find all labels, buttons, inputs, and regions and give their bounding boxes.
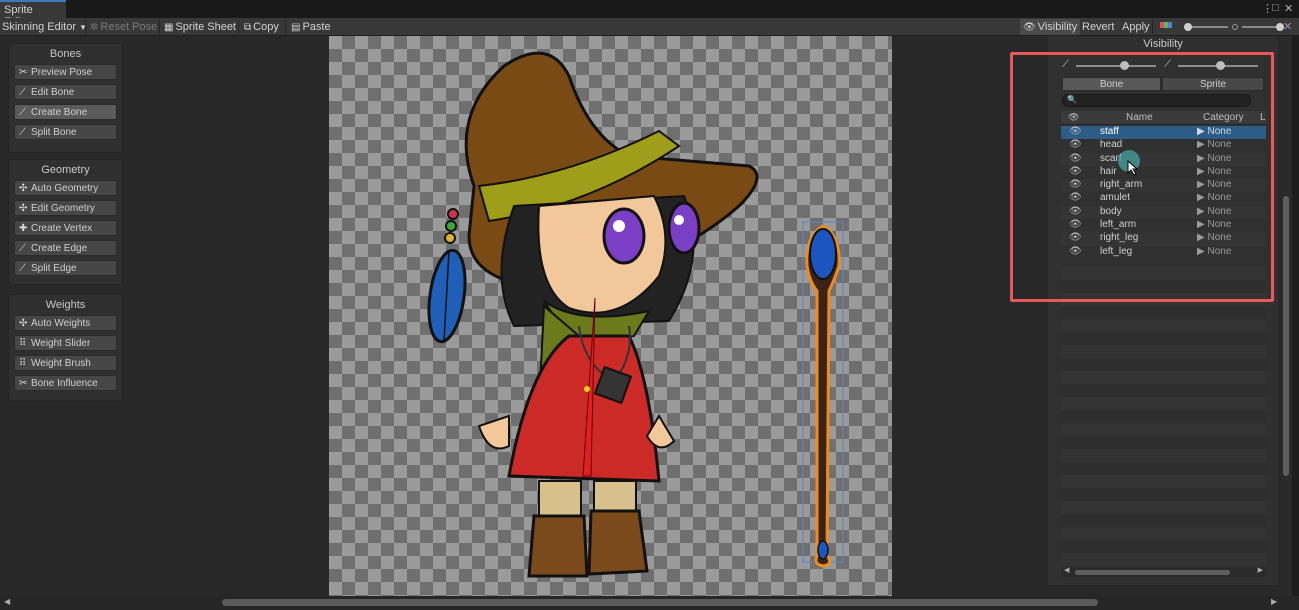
tool-label: Create Bone bbox=[31, 107, 88, 118]
auto-geometry-button[interactable]: ✣ Auto Geometry bbox=[14, 180, 117, 196]
copy-label: Copy bbox=[253, 21, 279, 33]
mode-dropdown[interactable]: Skinning Editor ▼ bbox=[2, 19, 87, 35]
scroll-left-icon[interactable]: ◀ bbox=[1064, 566, 1069, 574]
scroll-right-icon[interactable]: ▶ bbox=[1258, 566, 1263, 574]
tool-label: Edit Bone bbox=[31, 87, 75, 98]
toolbar: Skinning Editor ▼ ✲ Reset Pose ▦ Sprite Sh… bbox=[0, 18, 1299, 36]
create-edge-button[interactable]: ⟋ Create Edge bbox=[14, 240, 117, 256]
weights-panel: Weights ✣ Auto Weights ⠿ Weight Slider ⠿ We… bbox=[8, 294, 123, 401]
bones-panel: Bones ✂ Preview Pose ⟋ Edit Bone ⟋ Create B… bbox=[8, 43, 123, 153]
scroll-right-icon[interactable]: ▶ bbox=[1271, 597, 1277, 606]
tool-label: Split Bone bbox=[31, 127, 77, 138]
edit-bone-button[interactable]: ⟋ Edit Bone bbox=[14, 84, 117, 100]
scrollbar-thumb[interactable] bbox=[222, 599, 1098, 606]
paste-button[interactable]: ▤ Paste bbox=[291, 19, 331, 35]
empty-list-area bbox=[1061, 267, 1266, 567]
copy-icon: ⧉ bbox=[244, 22, 252, 33]
toolbar-divider bbox=[1152, 20, 1153, 34]
tool-label: Split Edge bbox=[31, 263, 77, 274]
canvas-horizontal-scrollbar[interactable]: ◀ ▶ bbox=[0, 596, 1299, 610]
paste-icon: ▤ bbox=[291, 22, 301, 33]
visibility-label: Visibility bbox=[1037, 21, 1078, 33]
tool-label: Weight Brush bbox=[31, 358, 91, 369]
weight-brush-button[interactable]: ⠿ Weight Brush bbox=[14, 355, 117, 371]
geometry-panel-title: Geometry bbox=[41, 164, 90, 176]
create-edge-icon: ⟋ bbox=[19, 243, 26, 254]
toolbar-divider bbox=[285, 20, 286, 34]
color-channels-icon[interactable] bbox=[1160, 19, 1172, 35]
reset-pose-label: Reset Pose bbox=[100, 21, 158, 33]
create-vertex-icon: ✚ bbox=[19, 223, 28, 234]
auto-weights-button[interactable]: ✣ Auto Weights bbox=[14, 315, 117, 331]
edit-geometry-icon: ✣ bbox=[19, 203, 28, 214]
create-bone-button[interactable]: ⟋ Create Bone bbox=[14, 104, 117, 120]
tool-label: Create Vertex bbox=[31, 223, 93, 234]
auto-geometry-icon: ✣ bbox=[19, 183, 28, 194]
reset-pose-icon: ✲ bbox=[90, 22, 99, 33]
copy-button[interactable]: ⧉ Copy bbox=[244, 19, 279, 35]
paste-label: Paste bbox=[302, 21, 331, 33]
split-bone-button[interactable]: ⟋ Split Bone bbox=[14, 124, 117, 140]
create-bone-icon: ⟋ bbox=[19, 107, 26, 118]
highlight-box bbox=[1010, 52, 1274, 302]
preview-pose-icon: ✂ bbox=[19, 67, 28, 78]
mouse-cursor-icon bbox=[1127, 160, 1139, 176]
tool-label: Bone Influence bbox=[31, 378, 98, 389]
apply-button[interactable]: Apply bbox=[1122, 19, 1150, 35]
revert-button[interactable]: Revert bbox=[1082, 19, 1114, 35]
bone-influence-button[interactable]: ✂ Bone Influence bbox=[14, 375, 117, 391]
weight-slider-button[interactable]: ⠿ Weight Slider bbox=[14, 335, 117, 351]
split-bone-icon: ⟋ bbox=[19, 127, 26, 138]
horizontal-scrollbar[interactable]: ◀ ▶ bbox=[1061, 566, 1266, 577]
split-edge-button[interactable]: ⟋ Split Edge bbox=[14, 260, 117, 276]
edit-geometry-button[interactable]: ✣ Edit Geometry bbox=[14, 200, 117, 216]
tool-label: Create Edge bbox=[31, 243, 88, 254]
edit-bone-icon: ⟋ bbox=[19, 87, 26, 98]
zoom-slider[interactable] bbox=[1232, 19, 1287, 35]
tab-sprite-editor[interactable]: Sprite Editor bbox=[0, 0, 66, 28]
grid-icon: ▦ bbox=[164, 22, 174, 33]
geometry-panel: Geometry ✣ Auto Geometry ✣ Edit Geometry ✚… bbox=[8, 159, 123, 285]
mode-label: Skinning Editor bbox=[2, 21, 76, 33]
tool-label: Edit Geometry bbox=[31, 203, 95, 214]
close-icon[interactable]: ✕ bbox=[1284, 2, 1293, 15]
tool-label: Auto Geometry bbox=[31, 183, 99, 194]
toolbar-divider bbox=[85, 20, 86, 34]
brightness-slider[interactable] bbox=[1180, 19, 1230, 35]
maximize-icon[interactable]: □ bbox=[1272, 2, 1279, 14]
character-sprite bbox=[427, 51, 844, 578]
bones-panel-title: Bones bbox=[49, 48, 82, 60]
visibility-toggle[interactable]: 👁 Visibility bbox=[1020, 19, 1081, 35]
create-vertex-button[interactable]: ✚ Create Vertex bbox=[14, 220, 117, 236]
scrollbar-thumb[interactable] bbox=[1075, 570, 1230, 575]
adjacent-window-edge bbox=[1292, 36, 1299, 596]
close-x-icon[interactable]: ✕ bbox=[1283, 19, 1292, 35]
window-tab-bar: Sprite Editor ⋮ □ ✕ bbox=[0, 0, 1299, 28]
weight-brush-icon: ⠿ bbox=[19, 358, 27, 369]
sprite-canvas[interactable] bbox=[329, 36, 892, 596]
weight-slider-icon: ⠿ bbox=[19, 338, 27, 349]
split-edge-icon: ⟋ bbox=[19, 263, 26, 274]
weights-panel-title: Weights bbox=[45, 299, 86, 311]
tool-label: Auto Weights bbox=[31, 318, 91, 329]
sprite-sheet-button[interactable]: ▦ Sprite Sheet bbox=[164, 19, 236, 35]
preview-pose-button[interactable]: ✂ Preview Pose bbox=[14, 64, 117, 80]
sprite-sheet-label: Sprite Sheet bbox=[175, 21, 236, 33]
auto-weights-icon: ✣ bbox=[19, 318, 28, 329]
tool-label: Weight Slider bbox=[31, 338, 91, 349]
tool-label: Preview Pose bbox=[31, 67, 93, 78]
visibility-panel-title: Visibility bbox=[1048, 36, 1278, 52]
reset-pose-button[interactable]: ✲ Reset Pose bbox=[90, 19, 157, 35]
vertical-scrollbar[interactable] bbox=[1281, 36, 1291, 596]
eye-icon: 👁 bbox=[1023, 22, 1036, 33]
scroll-left-icon[interactable]: ◀ bbox=[4, 597, 10, 606]
bone-influence-icon: ✂ bbox=[19, 378, 28, 389]
toolbar-divider bbox=[159, 20, 160, 34]
scrollbar-thumb[interactable] bbox=[1283, 196, 1289, 476]
toolbar-divider bbox=[238, 20, 239, 34]
